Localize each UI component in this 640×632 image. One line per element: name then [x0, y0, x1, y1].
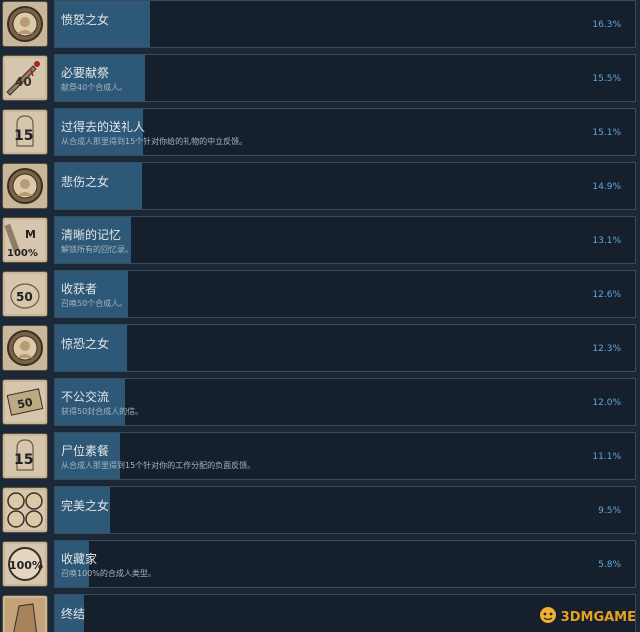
achievement-panel: 愤怒之女 16.3% [54, 0, 636, 48]
achievement-panel: 过得去的送礼人从合成人那里得到15个针对你给的礼物的中立反馈。 15.1% [54, 108, 636, 156]
achievement-description: 从合成人那里得到15个针对你的工作分配的负面反馈。 [61, 461, 256, 470]
unlock-percentage: 11.1% [592, 452, 621, 462]
woman-portrait-icon [2, 325, 48, 371]
unlock-percentage: 9.5% [598, 506, 621, 516]
achievement-name: 惊恐之女 [61, 337, 110, 351]
woman-portrait-icon [2, 163, 48, 209]
svg-text:100%: 100% [9, 559, 43, 572]
achievement-name: 悲伤之女 [61, 175, 110, 189]
svg-text:100%: 100% [7, 248, 38, 259]
woman-portrait-icon [2, 1, 48, 47]
achievement-panel: 必要献祭献祭40个合成人。 15.5% [54, 54, 636, 102]
unlock-percentage: 15.1% [592, 128, 621, 138]
harvester-50-icon: 50 [2, 271, 48, 317]
bloody-knife-40-icon: 40 [2, 55, 48, 101]
achievement-name: 清晰的记忆 [61, 228, 122, 242]
achievement-panel: 收获者召唤50个合成人。 12.6% [54, 270, 636, 318]
four-portraits-icon [2, 487, 48, 533]
3dm-logo-icon [539, 606, 557, 628]
achievement-description: 获得50封合成人的信。 [61, 407, 144, 416]
svg-text:M: M [25, 228, 36, 241]
achievement-description: 召唤50个合成人。 [61, 299, 128, 308]
achievement-row[interactable]: 惊恐之女 12.3% [0, 324, 636, 374]
achievement-row[interactable]: 40 必要献祭献祭40个合成人。 15.5% [0, 54, 636, 104]
watermark: 3DMGAME [539, 606, 636, 628]
achievement-name: 尸位素餐 [61, 444, 110, 458]
achievement-description: 解锁所有的回忆录。 [61, 245, 133, 254]
unlock-percentage: 13.1% [592, 236, 621, 246]
ending-icon [2, 595, 48, 632]
achievement-name: 收藏家 [61, 552, 98, 566]
achievement-name: 完美之女 [61, 499, 110, 513]
achievement-name: 终结 [61, 607, 86, 621]
achievement-row[interactable]: 50 收获者召唤50个合成人。 12.6% [0, 270, 636, 320]
achievement-row[interactable]: 50 不公交流获得50封合成人的信。 12.0% [0, 378, 636, 428]
achievement-row[interactable]: 完美之女 9.5% [0, 486, 636, 536]
achievement-panel: 尸位素餐从合成人那里得到15个针对你的工作分配的负面反馈。 11.1% [54, 432, 636, 480]
achievement-list: 愤怒之女 16.3% 40 必要献祭献祭40个合成人。 15.5% 15 过得去的送… [0, 0, 640, 632]
achievement-row[interactable]: M 100% 清晰的记忆解锁所有的回忆录。 13.1% [0, 216, 636, 266]
achievement-panel: 完美之女 9.5% [54, 486, 636, 534]
achievement-panel: 悲伤之女 14.9% [54, 162, 636, 210]
svg-text:15: 15 [14, 128, 33, 144]
unlock-percentage: 12.3% [592, 344, 621, 354]
unlock-percentage: 5.8% [598, 560, 621, 570]
unlock-percentage: 16.3% [592, 20, 621, 30]
memory-100-icon: M 100% [2, 217, 48, 263]
achievement-description: 召唤100%的合成人类型。 [61, 569, 156, 578]
achievement-row[interactable]: 15 过得去的送礼人从合成人那里得到15个针对你给的礼物的中立反馈。 15.1% [0, 108, 636, 158]
achievement-panel: 清晰的记忆解锁所有的回忆录。 13.1% [54, 216, 636, 264]
achievement-name: 必要献祭 [61, 66, 110, 80]
collector-100-icon: 100% [2, 541, 48, 587]
svg-text:40: 40 [15, 75, 32, 89]
achievement-panel: 收藏家召唤100%的合成人类型。 5.8% [54, 540, 636, 588]
figure-15-icon: 15 [2, 433, 48, 479]
unlock-percentage: 12.6% [592, 290, 621, 300]
watermark-text: 3DMGAME [560, 609, 636, 625]
figure-15-icon: 15 [2, 109, 48, 155]
letter-50-icon: 50 [2, 379, 48, 425]
achievement-panel: 惊恐之女 12.3% [54, 324, 636, 372]
svg-text:15: 15 [14, 452, 33, 468]
svg-text:50: 50 [16, 290, 33, 304]
achievement-row[interactable]: 15 尸位素餐从合成人那里得到15个针对你的工作分配的负面反馈。 11.1% [0, 432, 636, 482]
achievement-description: 献祭40个合成人。 [61, 83, 128, 92]
unlock-percentage: 15.5% [592, 74, 621, 84]
achievement-name: 收获者 [61, 282, 98, 296]
achievement-name: 过得去的送礼人 [61, 120, 146, 134]
unlock-percentage: 12.0% [592, 398, 621, 408]
achievement-panel: 不公交流获得50封合成人的信。 12.0% [54, 378, 636, 426]
achievement-description: 从合成人那里得到15个针对你给的礼物的中立反馈。 [61, 137, 248, 146]
achievement-name: 不公交流 [61, 390, 110, 404]
achievement-row[interactable]: 悲伤之女 14.9% [0, 162, 636, 212]
achievement-row[interactable]: 100% 收藏家召唤100%的合成人类型。 5.8% [0, 540, 636, 590]
achievement-name: 愤怒之女 [61, 13, 110, 27]
unlock-percentage: 14.9% [592, 182, 621, 192]
achievement-row[interactable]: 愤怒之女 16.3% [0, 0, 636, 50]
